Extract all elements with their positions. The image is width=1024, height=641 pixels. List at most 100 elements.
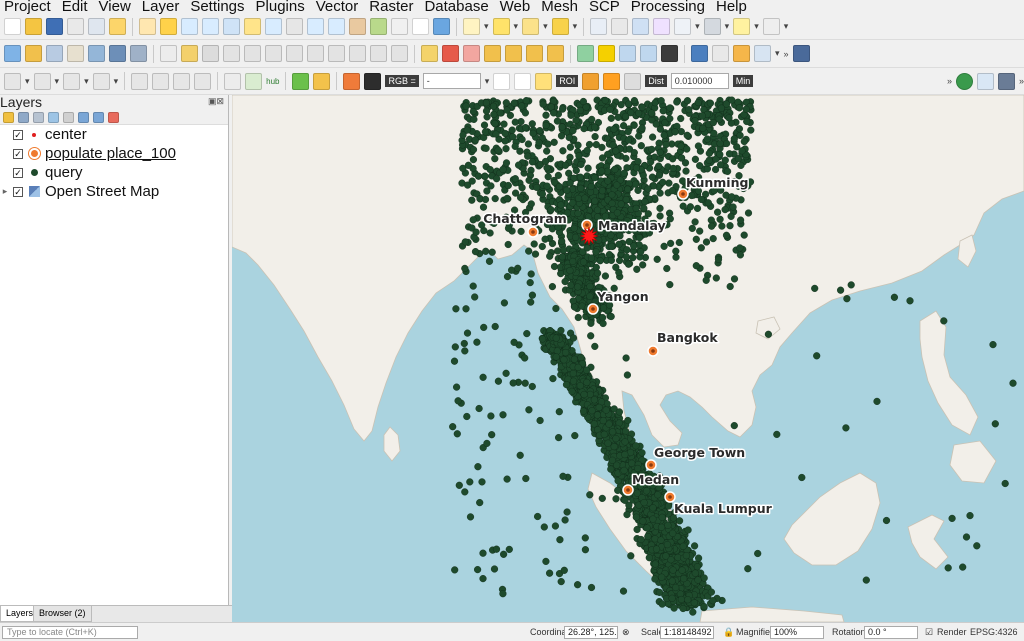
chevron-down-icon[interactable]: ▾ [84, 76, 89, 87]
save-edits-icon[interactable] [202, 45, 219, 62]
menu-processing[interactable]: Processing [631, 0, 705, 14]
stack-icon[interactable] [733, 45, 750, 62]
menu-help[interactable]: Help [716, 0, 747, 14]
scp-search-2-icon[interactable] [535, 72, 553, 90]
chevron-down-icon[interactable]: ▾ [114, 76, 119, 87]
add-feature-icon[interactable] [223, 45, 240, 62]
sum-icon[interactable] [653, 18, 671, 35]
label-move-icon[interactable] [484, 45, 501, 62]
style-icon[interactable] [3, 111, 14, 123]
scope-icon[interactable] [661, 45, 678, 62]
edit-pencil-icon[interactable] [160, 45, 177, 62]
move-feature-icon[interactable] [265, 45, 282, 62]
rgb-combobox[interactable]: - [422, 73, 481, 89]
layer-item-query[interactable]: ✓ query [0, 163, 228, 182]
add-group-icon[interactable] [18, 111, 29, 123]
label-pin-icon[interactable] [463, 45, 480, 62]
label-change-icon[interactable] [526, 45, 543, 62]
open-project-icon[interactable] [25, 18, 42, 35]
label-tool-icon[interactable] [442, 45, 459, 62]
eye-icon[interactable] [33, 111, 44, 123]
bookmark-icon[interactable] [391, 18, 408, 35]
scp-search-icon[interactable] [292, 72, 310, 90]
menu-edit[interactable]: Edit [62, 0, 88, 14]
label-icon[interactable] [421, 45, 438, 62]
scp-arc-icon[interactable] [514, 72, 532, 90]
globe-2-icon[interactable] [640, 45, 657, 62]
redo-icon[interactable] [391, 45, 408, 62]
split-icon[interactable] [152, 72, 170, 90]
layer-item-populate-place[interactable]: ✓ populate place_100 [0, 144, 228, 163]
filter-icon[interactable] [48, 111, 59, 123]
undo-icon[interactable] [370, 45, 387, 62]
copy-icon[interactable] [328, 45, 345, 62]
redo-roi-icon[interactable] [624, 72, 642, 90]
identify-icon[interactable] [463, 18, 480, 35]
layer-item-center[interactable]: ✓ center [0, 125, 228, 144]
chevron-down-icon[interactable]: ▾ [514, 21, 519, 32]
magnifier-spinbox[interactable]: 100% [770, 626, 824, 639]
zoom-selection-icon[interactable] [244, 18, 261, 35]
measure-icon[interactable] [703, 18, 721, 35]
add-wms-icon[interactable] [130, 45, 147, 62]
label-show-icon[interactable] [547, 45, 564, 62]
refresh-icon[interactable] [433, 18, 450, 35]
warning-icon[interactable] [598, 45, 615, 62]
data-source-manager-icon[interactable] [4, 45, 21, 62]
plugin-icon[interactable] [577, 45, 594, 62]
new-project-icon[interactable] [4, 18, 21, 35]
layer-checkbox[interactable]: ✓ [13, 167, 23, 178]
pan-to-selection-icon[interactable] [160, 18, 177, 35]
temporal-controller-icon[interactable] [370, 18, 387, 35]
deselect-icon[interactable] [522, 18, 540, 35]
new-map-view-icon[interactable] [349, 18, 366, 35]
chevron-down-icon[interactable]: ▾ [695, 21, 700, 32]
gear-icon[interactable] [632, 18, 650, 35]
qgis-hub-icon[interactable] [245, 72, 263, 90]
plugin-2-icon[interactable] [997, 72, 1015, 90]
menu-view[interactable]: View [99, 0, 131, 14]
menu-project[interactable]: Project [4, 0, 51, 14]
zoom-full-icon[interactable] [223, 18, 240, 35]
select-value-icon[interactable] [551, 18, 569, 35]
remove-layer-icon[interactable] [108, 111, 119, 123]
menu-settings[interactable]: Settings [190, 0, 244, 14]
chevron-down-icon[interactable]: ▾ [573, 21, 578, 32]
zoom-native-icon[interactable] [286, 18, 303, 35]
zoom-out-icon[interactable] [202, 18, 219, 35]
chevron-down-icon[interactable]: ▾ [775, 48, 780, 59]
toolbar-overflow-button[interactable]: » [784, 49, 789, 59]
menu-mesh[interactable]: Mesh [541, 0, 578, 14]
coordinate-field[interactable]: 26.28°, 125.9° [564, 626, 618, 639]
add-layer-icon[interactable] [88, 45, 105, 62]
menu-web[interactable]: Web [500, 0, 531, 14]
chevron-down-icon[interactable]: ▾ [485, 76, 490, 87]
label-rotate-icon[interactable] [505, 45, 522, 62]
locator-search-input[interactable]: Type to locate (Ctrl+K) [2, 626, 138, 639]
chevron-down-icon[interactable]: ▾ [484, 21, 489, 32]
zoom-next-icon[interactable] [328, 18, 345, 35]
help-icon[interactable] [792, 45, 810, 62]
roi-icon[interactable] [582, 72, 600, 90]
paste-icon[interactable] [349, 45, 366, 62]
toolbar-overflow-button[interactable]: » [947, 76, 952, 86]
zoom-in-icon[interactable] [181, 18, 198, 35]
chevron-down-icon[interactable]: ▾ [725, 21, 730, 32]
digitize-icon[interactable] [67, 45, 84, 62]
scp-edit-icon[interactable] [313, 72, 331, 90]
rotation-spinbox[interactable]: 0.0 ° [864, 626, 918, 639]
digitize-2-icon[interactable] [131, 72, 149, 90]
attribute-table-icon[interactable] [674, 18, 692, 35]
plus-icon[interactable] [603, 72, 621, 90]
share-icon[interactable] [955, 72, 973, 90]
layout-icon[interactable] [976, 72, 994, 90]
dist-spinbox[interactable]: 0.010000 [670, 73, 729, 89]
scp-zoom-icon[interactable] [364, 72, 382, 90]
shape-2-icon[interactable] [33, 72, 51, 90]
scp-fire-icon[interactable] [493, 72, 511, 90]
expand-all-icon[interactable] [78, 111, 89, 123]
shape-4-icon[interactable] [92, 72, 110, 90]
locator-search-icon[interactable] [762, 18, 780, 35]
calculator-icon[interactable] [611, 18, 629, 35]
tab-browser[interactable]: Browser (2) [33, 606, 92, 622]
